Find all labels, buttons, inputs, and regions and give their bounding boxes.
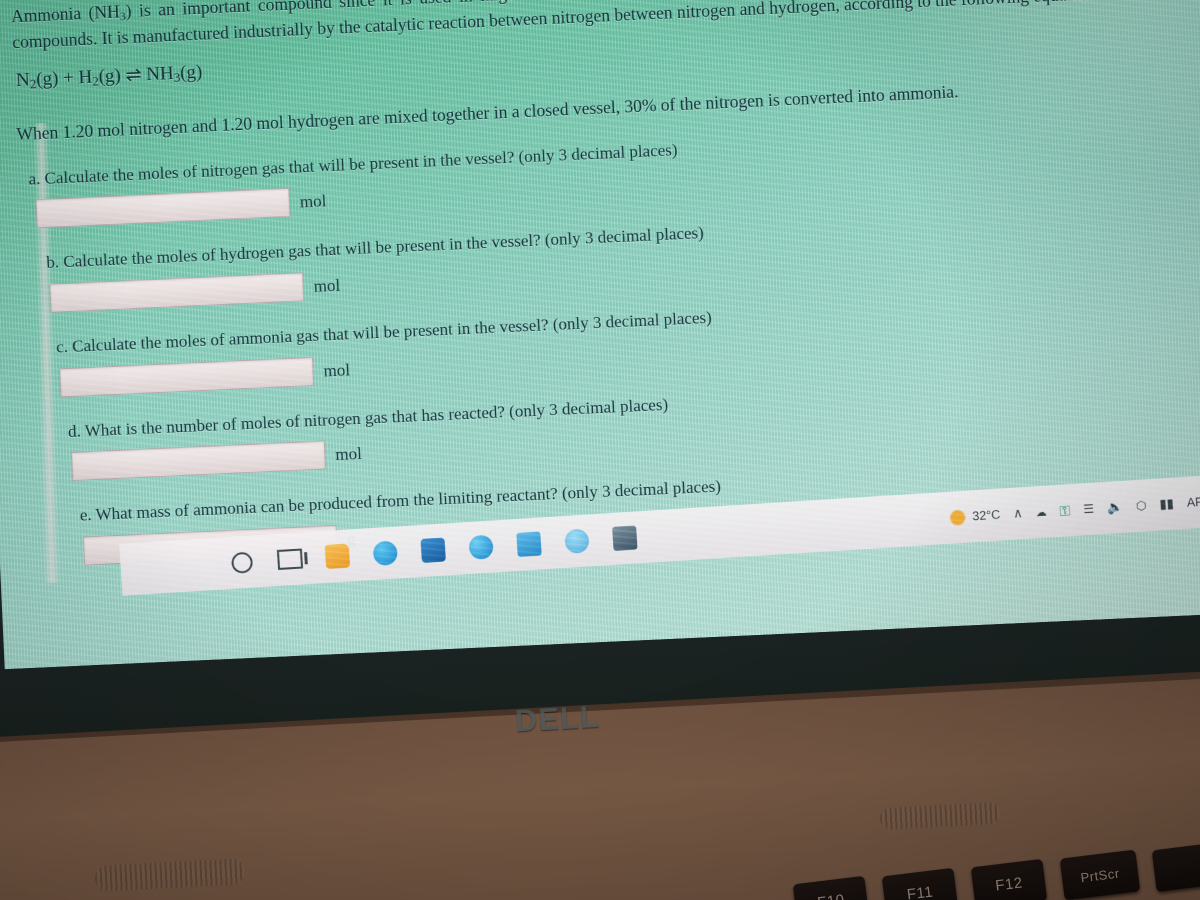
bluetooth-icon[interactable]: ⬡: [1136, 498, 1147, 513]
answer-unit-d: mol: [334, 443, 363, 464]
onedrive-icon[interactable]: ☁: [1035, 505, 1047, 519]
laptop-screen: Ammonia (NH3) is an important compound s…: [0, 0, 1200, 670]
volume-icon[interactable]: 🔈: [1106, 499, 1123, 516]
tool-wrench-icon[interactable]: [372, 539, 400, 567]
answer-row-c: mol: [59, 355, 351, 398]
question-d-label: d. What is the number of moles of nitrog…: [67, 394, 669, 442]
photo-of-laptop-screen: F10 F11 F12 PrtScr DELL Ammonia (NH3) is…: [0, 0, 1200, 900]
chemical-equation: N2(g) + H2(g) ⇌ NH3(g): [15, 61, 203, 92]
task-view-icon[interactable]: [276, 545, 304, 573]
microsoft-store-icon[interactable]: [419, 536, 447, 564]
answer-row-a: mol: [35, 186, 327, 229]
answer-input-b[interactable]: [49, 272, 305, 313]
show-hidden-icons-chevron[interactable]: ∧: [1013, 505, 1024, 522]
weather-temperature: 32°C: [971, 507, 1001, 524]
answer-row-b: mol: [49, 271, 341, 313]
mail-icon[interactable]: [515, 530, 543, 558]
question-c-label: c. Calculate the moles of ammonia gas th…: [55, 307, 713, 357]
cortana-search-icon[interactable]: [228, 548, 256, 576]
network-icon[interactable]: ☰: [1083, 502, 1095, 517]
photos-app-icon[interactable]: [611, 524, 639, 552]
key-extra-right[interactable]: [1151, 841, 1200, 893]
answer-input-c[interactable]: [59, 356, 315, 398]
dell-brand-logo: DELL: [514, 697, 646, 744]
question-b-label: b. Calculate the moles of hydrogen gas t…: [45, 223, 705, 272]
intro-paragraph: Ammonia (NH3) is an important compound s…: [10, 0, 1171, 53]
answer-unit-c: mol: [323, 359, 351, 380]
answer-row-d: mol: [70, 439, 363, 481]
system-tray: 32°C ∧ ☁ ⚿ ☰ 🔈 ⬡ ▮▮ AFR 09:09 2021/11/: [949, 484, 1200, 532]
key-prtscr[interactable]: PrtScr: [1059, 849, 1141, 900]
microsoft-edge-icon[interactable]: [467, 533, 495, 561]
answer-input-d[interactable]: [70, 440, 327, 481]
file-explorer-icon[interactable]: [324, 542, 352, 570]
question-a-label: a. Calculate the moles of nitrogen gas t…: [28, 140, 678, 189]
sun-icon: [949, 509, 966, 526]
answer-input-a[interactable]: [35, 187, 291, 229]
answer-unit-a: mol: [299, 190, 327, 211]
battery-icon[interactable]: ▮▮: [1159, 496, 1174, 513]
security-shield-icon[interactable]: ⚿: [1059, 502, 1071, 520]
dell-logo-text: DELL: [514, 698, 601, 739]
quiz-document: Ammonia (NH3) is an important compound s…: [10, 0, 1200, 584]
language-indicator[interactable]: AFR: [1186, 494, 1200, 510]
weather-widget[interactable]: 32°C: [949, 507, 1001, 526]
edge-legacy-icon[interactable]: [563, 527, 591, 555]
answer-unit-b: mol: [313, 275, 341, 296]
